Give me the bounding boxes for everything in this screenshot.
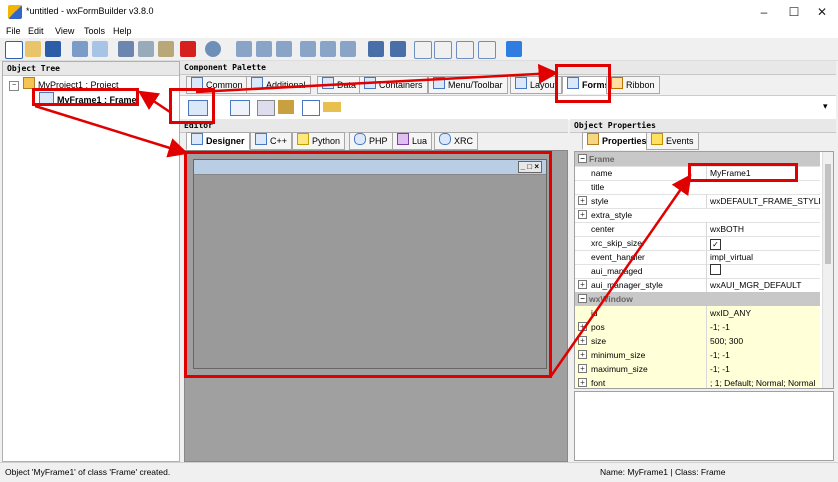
arrow-name — [549, 173, 692, 377]
annotation-arrows — [34, 63, 692, 377]
arrow-forms — [195, 63, 559, 94]
arrow-designer — [34, 104, 189, 158]
arrow-tree — [137, 90, 171, 114]
